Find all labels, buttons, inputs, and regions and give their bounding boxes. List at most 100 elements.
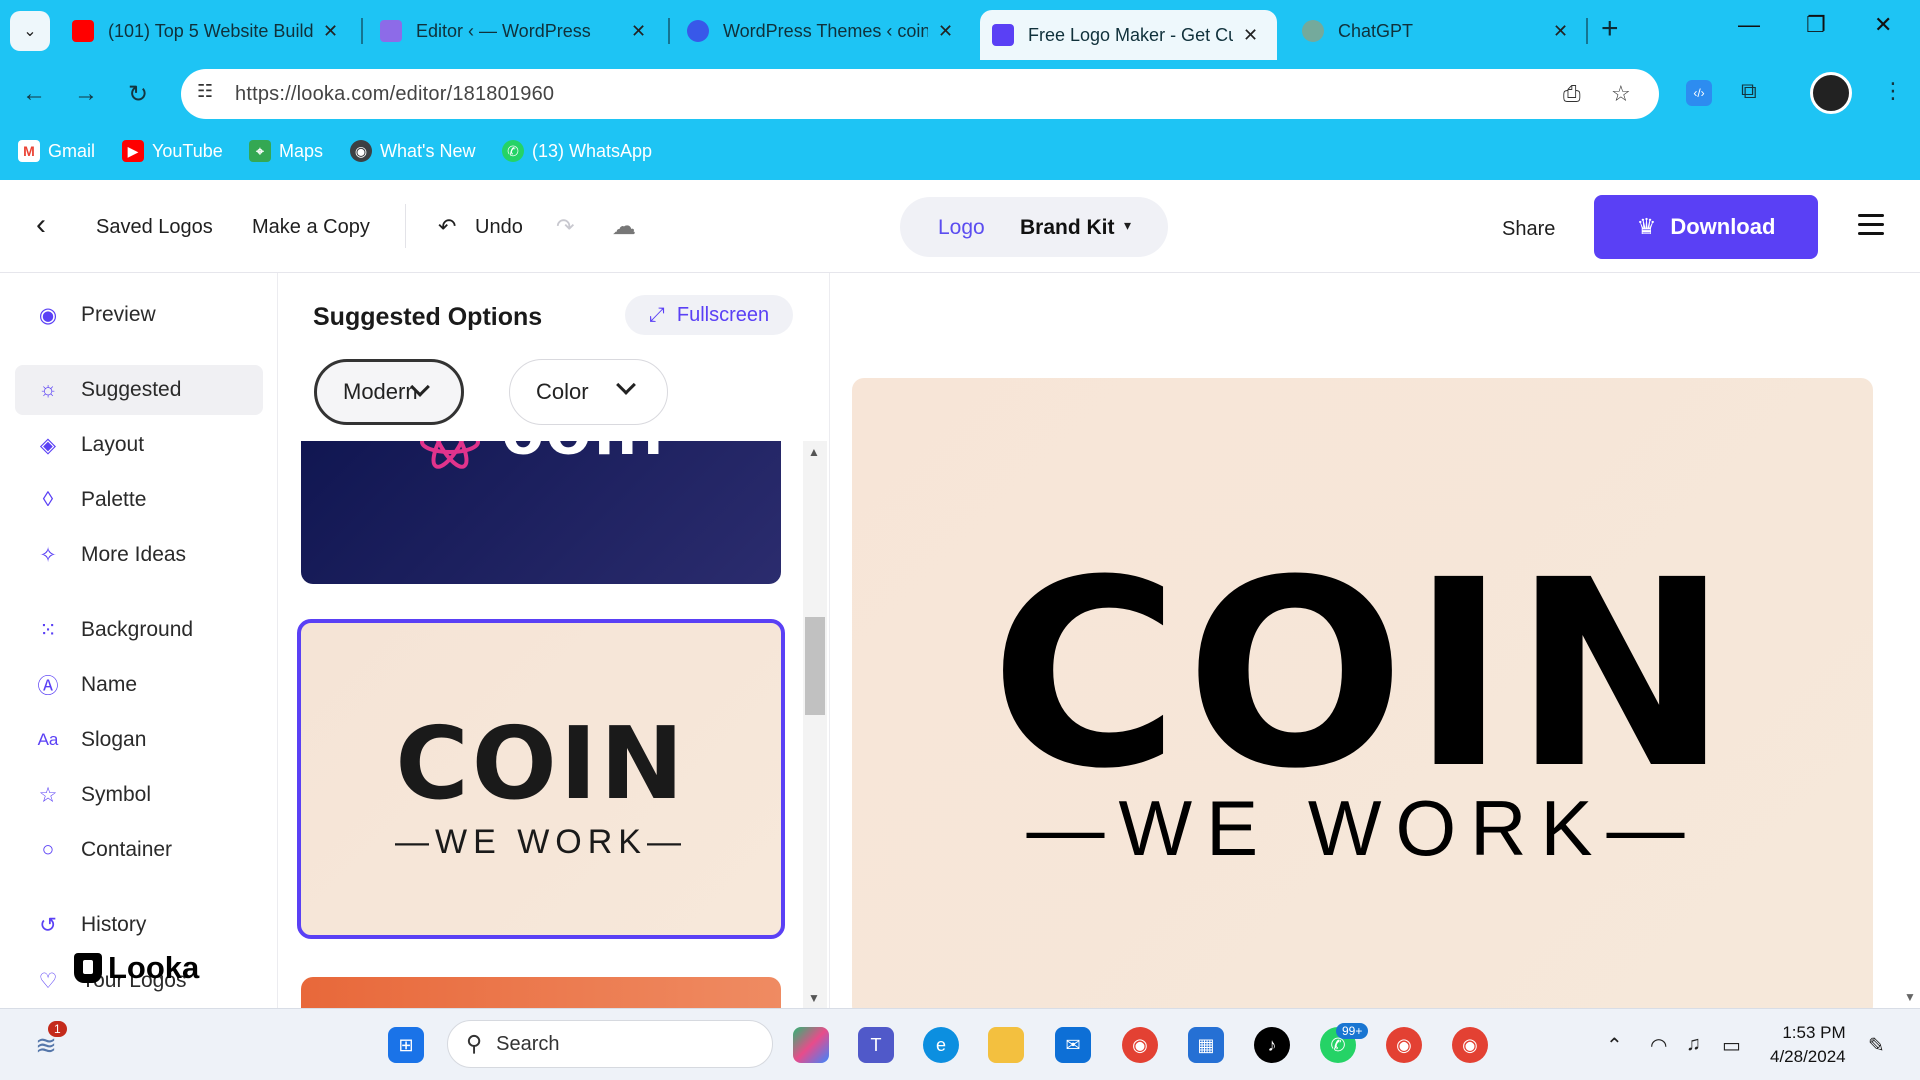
forward-arrow-icon[interactable]: → <box>74 80 98 108</box>
make-copy-button[interactable]: Make a Copy <box>252 216 370 239</box>
redo-icon[interactable]: ↷ <box>556 214 574 240</box>
logo-slogan-text[interactable]: —WE WORK— <box>852 783 1873 874</box>
tab-youtube[interactable]: (101) Top 5 Website Build ✕ <box>60 8 350 54</box>
notifications-icon[interactable]: ✎ <box>1868 1033 1885 1058</box>
bookmark-whatsapp[interactable]: ✆ (13) WhatsApp <box>502 140 652 162</box>
text-box-icon: Ⓐ <box>37 675 59 698</box>
chrome-icon[interactable]: ◉ <box>1122 1027 1158 1063</box>
clock-date: 4/28/2024 <box>1770 1047 1846 1066</box>
battery-icon[interactable]: ▭ <box>1722 1033 1741 1058</box>
back-arrow-icon[interactable]: ← <box>22 80 46 108</box>
sidebar-item-palette[interactable]: ◊ Palette <box>15 475 263 525</box>
scroll-down-icon[interactable]: ▼ <box>1904 990 1916 1004</box>
tab-search-button[interactable]: ⌄ <box>10 11 50 51</box>
taskbar-search[interactable]: ⚲ Search <box>447 1020 773 1068</box>
close-icon[interactable]: ✕ <box>323 21 338 42</box>
tab-logo[interactable]: Logo <box>938 216 985 240</box>
sidebar-item-symbol[interactable]: ☆ Symbol <box>15 770 263 820</box>
download-button[interactable]: ♛ Download <box>1594 195 1818 259</box>
logo-name-text[interactable]: COIN <box>852 546 1873 804</box>
undo-button[interactable]: Undo <box>475 216 523 239</box>
heart-icon: ♡ <box>38 969 58 993</box>
chatgpt-icon <box>1302 20 1324 42</box>
chevron-down-icon: ▾ <box>1124 217 1132 233</box>
wordpress-editor-icon <box>380 20 402 42</box>
tab-brand-kit[interactable]: Brand Kit <box>1020 216 1115 240</box>
hamburger-menu-icon[interactable] <box>1858 214 1884 241</box>
notification-badge: 1 <box>48 1021 67 1037</box>
share-button[interactable]: Share <box>1502 218 1555 241</box>
bookmark-gmail[interactable]: M Gmail <box>18 140 95 162</box>
bookmark-star-icon[interactable]: ☆ <box>1611 81 1631 107</box>
profile-avatar[interactable] <box>1810 72 1852 114</box>
color-dropdown[interactable]: Color <box>509 359 668 425</box>
close-icon[interactable]: ✕ <box>1243 25 1258 46</box>
logo-canvas[interactable]: COIN —WE WORK— <box>852 378 1873 1018</box>
tab-wordpress-editor[interactable]: Editor ‹ — WordPress ✕ <box>368 8 658 54</box>
sidebar-item-layout[interactable]: ◈ Layout <box>15 420 263 470</box>
taskbar-clock[interactable]: 1:53 PM 4/28/2024 <box>1770 1021 1846 1069</box>
fullscreen-button[interactable]: ⤢ Fullscreen <box>625 295 793 335</box>
teams-icon[interactable]: T <box>858 1027 894 1063</box>
extension-code-icon[interactable]: ‹/› <box>1686 80 1712 106</box>
sidebar-item-slogan[interactable]: Aa Slogan <box>15 715 263 765</box>
more-menu-icon[interactable]: ⋮ <box>1882 78 1904 104</box>
scrollbar-thumb[interactable] <box>805 617 825 715</box>
tab-looka[interactable]: Free Logo Maker - Get Cu ✕ <box>980 10 1277 60</box>
scroll-up-icon[interactable]: ▲ <box>808 445 820 459</box>
panel-scrollbar[interactable]: ▲ ▼ <box>803 441 827 1008</box>
sidebar-item-history[interactable]: ↺ History <box>15 900 263 950</box>
saved-logos-link[interactable]: Saved Logos <box>96 216 213 239</box>
close-icon[interactable]: ✕ <box>631 21 646 42</box>
store-icon[interactable]: ▦ <box>1188 1027 1224 1063</box>
url-text[interactable]: https://looka.com/editor/181801960 <box>235 83 554 106</box>
sidebar-item-background[interactable]: ⁙ Background <box>15 605 263 655</box>
tab-title: Free Logo Maker - Get Cu <box>1028 24 1233 45</box>
style-dropdown[interactable]: Modern <box>314 359 464 425</box>
bookmark-youtube[interactable]: ▶ YouTube <box>122 140 223 162</box>
sidebar-item-container[interactable]: ○ Container <box>15 825 263 875</box>
mail-icon[interactable]: ✉ <box>1055 1027 1091 1063</box>
chevron-up-icon[interactable]: ⌃ <box>1606 1033 1623 1058</box>
file-explorer-icon[interactable] <box>988 1027 1024 1063</box>
chrome-profile-icon[interactable]: ◉ <box>1386 1027 1422 1063</box>
undo-icon[interactable]: ↶ <box>438 214 456 240</box>
editor-header: ‹ Saved Logos Make a Copy ↶ Undo ↷ ☁ Log… <box>0 180 1920 273</box>
windows-start-icon[interactable]: ⊞ <box>388 1027 424 1063</box>
reload-icon[interactable]: ↻ <box>128 80 148 109</box>
new-tab-button[interactable]: + <box>1601 12 1619 46</box>
sidebar-item-more-ideas[interactable]: ✧ More Ideas <box>15 530 263 580</box>
site-settings-icon[interactable]: ☷ <box>197 81 213 102</box>
sidebar-item-suggested[interactable]: ☼ Suggested <box>15 365 263 415</box>
maps-icon: ⌖ <box>249 140 271 162</box>
bookmark-maps[interactable]: ⌖ Maps <box>249 140 323 162</box>
scroll-down-icon[interactable]: ▼ <box>808 991 820 1005</box>
copilot-icon[interactable] <box>793 1027 829 1063</box>
edge-icon[interactable]: e <box>923 1027 959 1063</box>
minimize-icon[interactable]: — <box>1738 12 1760 38</box>
close-window-icon[interactable]: ✕ <box>1874 12 1892 38</box>
bookmark-whats-new[interactable]: ◉ What's New <box>350 140 475 162</box>
wifi-icon[interactable]: ◠ <box>1650 1033 1667 1058</box>
extensions-puzzle-icon[interactable]: ⧉ <box>1741 78 1757 104</box>
tiktok-icon[interactable]: ♪ <box>1254 1027 1290 1063</box>
sidebar-item-preview[interactable]: ◉ Preview <box>15 290 263 340</box>
logo-option-card-selected[interactable]: COIN —WE WORK— <box>297 619 785 939</box>
looka-brand-logo: Looka <box>74 950 199 986</box>
back-chevron-icon[interactable]: ‹ <box>36 208 46 242</box>
close-icon[interactable]: ✕ <box>1553 21 1568 42</box>
suggested-options-panel: Suggested Options ⤢ Fullscreen Modern Co… <box>279 273 830 1008</box>
tab-chatgpt[interactable]: ChatGPT ✕ <box>1290 8 1580 54</box>
sidebar-item-name[interactable]: Ⓐ Name <box>15 660 263 710</box>
logo-option-card[interactable]: coin <box>301 441 781 584</box>
bookmarks-bar: M Gmail ▶ YouTube ⌖ Maps ◉ What's New ✆ … <box>0 128 1920 180</box>
restore-icon[interactable]: ❐ <box>1806 12 1826 38</box>
close-icon[interactable]: ✕ <box>938 21 953 42</box>
volume-icon[interactable]: ♫ <box>1686 1033 1701 1056</box>
install-app-icon[interactable]: ⎙ <box>1563 81 1581 107</box>
address-bar[interactable]: ☷ https://looka.com/editor/181801960 ⎙ ☆ <box>181 69 1659 119</box>
logo-option-slogan: —WE WORK— <box>395 823 687 861</box>
logo-option-card[interactable] <box>301 977 781 1008</box>
tab-wordpress-themes[interactable]: WordPress Themes ‹ coin ✕ <box>675 8 965 54</box>
chrome-profile-icon[interactable]: ◉ <box>1452 1027 1488 1063</box>
